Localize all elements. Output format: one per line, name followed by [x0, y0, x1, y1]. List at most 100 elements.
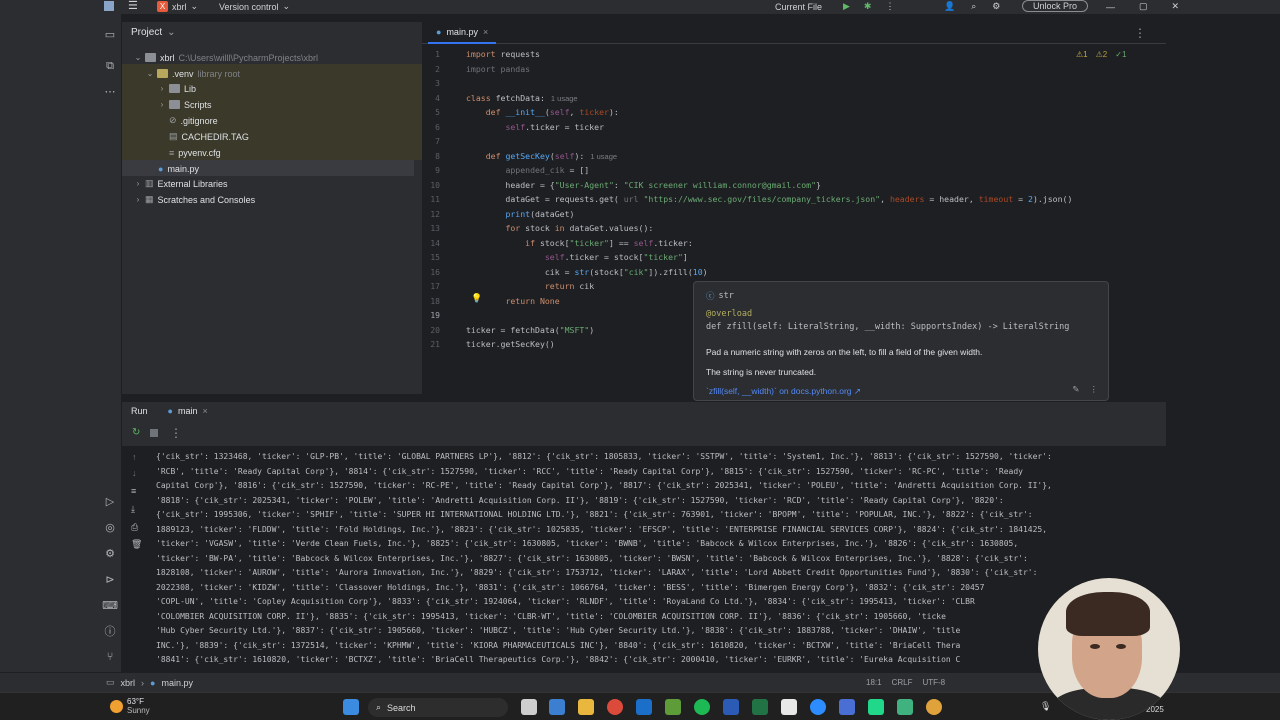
- close-icon[interactable]: ×: [483, 27, 488, 37]
- tab-main-py[interactable]: ● main.py ×: [428, 22, 497, 44]
- chevron-right-icon[interactable]: ›: [158, 84, 166, 93]
- run-panel-title[interactable]: Run: [131, 406, 148, 416]
- gear-icon[interactable]: ⚙: [992, 1, 1000, 12]
- tree-item-venv[interactable]: ⌄ .venv library root: [146, 66, 240, 81]
- hamburger-menu-icon[interactable]: ☰: [128, 0, 138, 12]
- chrome-alt-icon[interactable]: [926, 699, 942, 715]
- breadcrumb-file[interactable]: main.py: [161, 678, 193, 688]
- services-icon[interactable]: ⊳: [103, 572, 117, 586]
- chevron-down-icon[interactable]: ⌄: [167, 27, 175, 38]
- console-line: 'Hub Cyber Security Ltd.'}, '8837': {'ci…: [156, 626, 961, 635]
- stop-icon[interactable]: [150, 429, 158, 437]
- project-panel-title[interactable]: Project: [131, 27, 162, 38]
- windows-start-icon[interactable]: [343, 699, 359, 715]
- python-console-icon[interactable]: ⚙: [103, 546, 117, 560]
- close-icon[interactable]: ✕: [1172, 1, 1180, 12]
- tree-item-scratches[interactable]: › ▦ Scratches and Consoles: [134, 192, 255, 207]
- more-tools-icon[interactable]: ⋯: [103, 84, 117, 98]
- tree-item-main-py[interactable]: ● main.py: [158, 161, 199, 176]
- chevron-down-icon[interactable]: ⌄: [134, 53, 142, 62]
- minimize-icon[interactable]: —: [1106, 2, 1115, 12]
- more-icon[interactable]: ⋮: [885, 1, 894, 12]
- popup-docs-link[interactable]: `zfill(self, __width)` on docs.python.or…: [706, 386, 861, 397]
- edit-icon[interactable]: ✎: [1072, 384, 1079, 395]
- code-line-2: import pandas: [466, 64, 531, 74]
- taskbar-search[interactable]: ⌕ Search: [368, 698, 508, 717]
- code-line-5: def __init__(self, ticker):: [485, 107, 619, 117]
- problems-icon[interactable]: ⓘ: [103, 624, 117, 638]
- arrow-up-icon[interactable]: ↑: [132, 452, 137, 462]
- run-tool-icon[interactable]: ▷: [103, 494, 117, 508]
- more-icon[interactable]: ⋮: [170, 426, 182, 440]
- print-icon[interactable]: ⎙: [131, 522, 138, 533]
- cursor-position[interactable]: 18:1: [866, 678, 882, 687]
- rerun-icon[interactable]: ↻: [132, 427, 140, 438]
- tree-item-xbrl[interactable]: ⌄ xbrl C:\Users\willl\PycharmProjects\xbr…: [134, 50, 318, 65]
- tree-item-scripts[interactable]: › Scripts: [158, 97, 212, 112]
- search-icon[interactable]: ⌕: [971, 1, 976, 12]
- tree-item-external-libraries[interactable]: › ▥ External Libraries: [134, 176, 228, 191]
- add-user-icon[interactable]: 👤: [944, 1, 955, 12]
- breadcrumb-project[interactable]: xbrl: [121, 678, 136, 688]
- arrow-down-icon[interactable]: ↓: [132, 468, 137, 478]
- app-icon[interactable]: [839, 699, 855, 715]
- git-icon[interactable]: ⑂: [103, 650, 117, 664]
- excel-icon[interactable]: [752, 699, 768, 715]
- version-control-menu[interactable]: Version control ⌄: [219, 0, 290, 13]
- line-separator[interactable]: CRLF: [892, 678, 913, 687]
- unlock-pro-button[interactable]: Unlock Pro: [1022, 0, 1089, 12]
- outlook-icon[interactable]: [636, 699, 652, 715]
- chevron-right-icon[interactable]: ›: [134, 195, 142, 204]
- close-icon[interactable]: ×: [202, 406, 207, 416]
- tree-item-lib[interactable]: › Lib: [158, 81, 196, 96]
- popup-type[interactable]: str: [719, 291, 734, 301]
- soft-wrap-icon[interactable]: ≡: [131, 486, 136, 496]
- task-view-icon[interactable]: [521, 699, 537, 715]
- webcam-overlay: [1038, 578, 1180, 720]
- trash-icon[interactable]: 🗑: [131, 539, 142, 550]
- chevron-right-icon[interactable]: ›: [134, 179, 142, 188]
- tree-item-cachedir[interactable]: ▤ CACHEDIR.TAG: [169, 129, 249, 144]
- code-line-4: class fetchData: 1 usage: [466, 93, 578, 103]
- zoom-icon[interactable]: [810, 699, 826, 715]
- spotify-icon[interactable]: [694, 699, 710, 715]
- more-icon[interactable]: ⋮: [1134, 26, 1146, 40]
- folder-icon[interactable]: ▭: [103, 27, 117, 41]
- run-tab-main[interactable]: ● main ×: [168, 406, 208, 416]
- weather-widget[interactable]: 63°F Sunny: [110, 697, 150, 715]
- folder-icon: ▭: [106, 677, 115, 687]
- maximize-icon[interactable]: ▢: [1139, 1, 1148, 12]
- pycharm-icon[interactable]: [868, 699, 884, 715]
- chevron-right-icon[interactable]: ›: [158, 100, 166, 109]
- folder-icon: [157, 69, 168, 78]
- run-configuration-select[interactable]: Current File: [775, 0, 822, 13]
- tree-item-label: xbrl: [160, 52, 175, 63]
- chrome-icon[interactable]: [607, 699, 623, 715]
- console-output[interactable]: {'cik_str': 1323468, 'ticker': 'GLP-PB',…: [150, 446, 1166, 672]
- console-line: '8818': {'cik_str': 2025341, 'ticker': '…: [156, 495, 1004, 505]
- file-explorer-icon[interactable]: [578, 699, 594, 715]
- word-icon[interactable]: [723, 699, 739, 715]
- run-icon[interactable]: ▶: [843, 1, 850, 12]
- debug-icon[interactable]: ✱: [864, 1, 872, 12]
- inspection-widget[interactable]: ⚠1 ⚠2 ✓1: [1076, 50, 1126, 59]
- tree-item-gitignore[interactable]: ⊘ .gitignore: [169, 113, 218, 128]
- lightbulb-icon[interactable]: 💡: [471, 293, 482, 304]
- file-encoding[interactable]: UTF-8: [922, 678, 945, 687]
- scroll-end-icon[interactable]: ⤓: [131, 504, 135, 515]
- notepad-icon[interactable]: [781, 699, 797, 715]
- terminal-app-icon[interactable]: [897, 699, 913, 715]
- tree-item-pyvenv[interactable]: ≡ pyvenv.cfg: [169, 145, 221, 160]
- python-packages-icon[interactable]: ◎: [103, 520, 117, 534]
- chevron-down-icon[interactable]: ⌄: [146, 69, 154, 78]
- more-icon[interactable]: ⋮: [1090, 384, 1099, 395]
- project-switcher[interactable]: X xbrl ⌄: [157, 0, 198, 13]
- photos-icon[interactable]: [549, 699, 565, 715]
- terminal-icon[interactable]: ⌨: [102, 598, 118, 612]
- structure-icon[interactable]: ⧉: [103, 59, 117, 73]
- minecraft-icon[interactable]: [665, 699, 681, 715]
- line-number: 21: [430, 340, 440, 349]
- windows-logo-icon[interactable]: [104, 1, 114, 11]
- console-line: INC.'}, '8839': {'cik_str': 1372514, 'ti…: [156, 640, 961, 650]
- python-file-icon: ●: [150, 677, 156, 688]
